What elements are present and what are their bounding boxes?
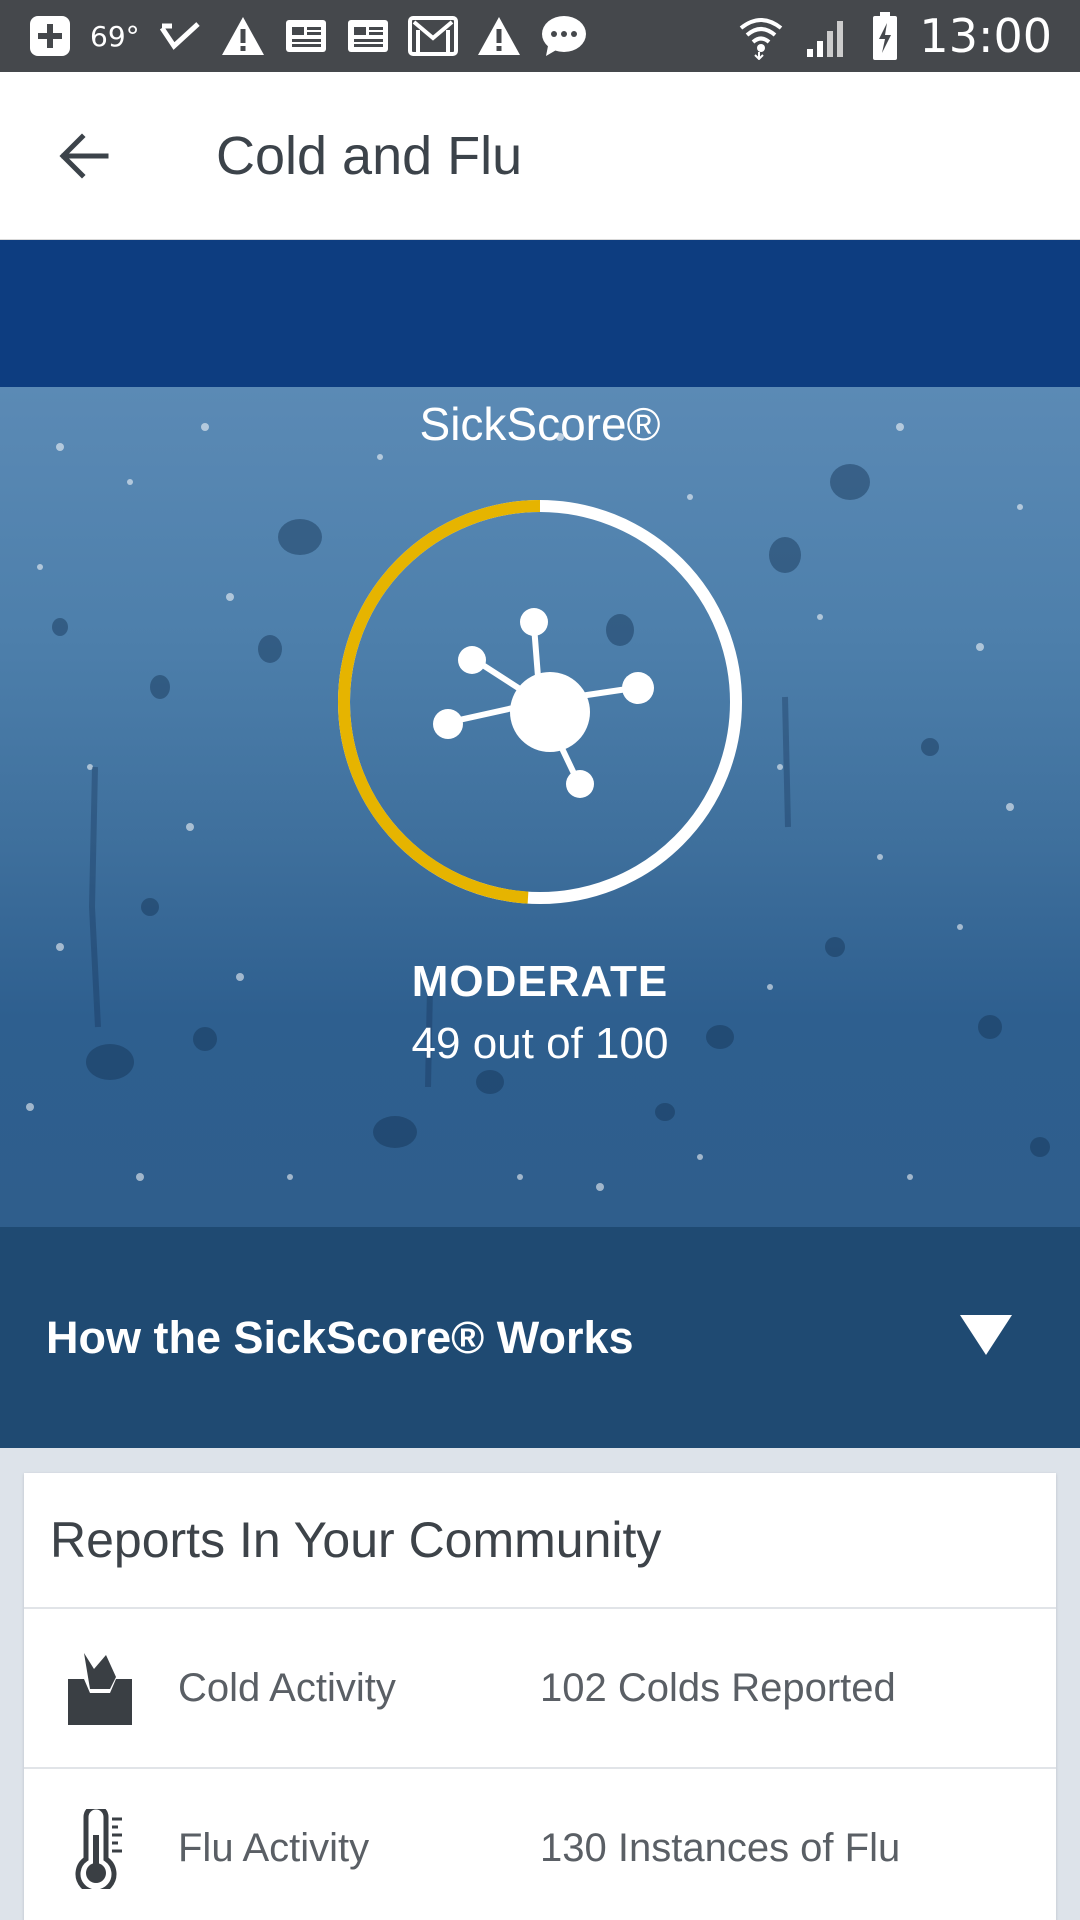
signal-icon [805,0,851,72]
battery-charging-icon [871,0,899,72]
row-value: 102 Colds Reported [540,1666,896,1710]
row-value: 130 Instances of Flu [540,1826,901,1870]
list-item-flu-activity[interactable]: Flu Activity 130 Instances of Flu [24,1769,1056,1920]
news-icon [284,0,328,72]
add-box-icon [28,0,72,72]
row-label: Flu Activity [178,1826,370,1870]
virus-molecule-icon [433,608,654,798]
status-left-icons: 69° [28,0,588,72]
triangle-down-icon[interactable] [958,1311,1014,1359]
chat-icon [540,0,588,72]
score-value-text: 49 out of 100 [411,1019,669,1068]
status-right-icons: 13:00 [737,0,1052,72]
arrow-back-icon [59,133,109,179]
community-reports-card: Reports In Your Community Cold Activity … [24,1473,1056,1920]
news-icon [346,0,390,72]
how-sickscore-works-label: How the SickScore® Works [46,1312,634,1363]
score-level: MODERATE [411,957,669,1006]
tissue-box-icon [68,1653,132,1725]
how-sickscore-works-toggle[interactable]: How the SickScore® Works [0,1227,1080,1448]
app-bar: Cold and Flu [0,72,1080,240]
sickscore-gauge [338,500,742,904]
back-button[interactable] [50,124,118,188]
check-icon [158,0,202,72]
thermometer-icon [75,1809,122,1889]
header-band [0,240,1080,387]
temperature-text: 69° [90,19,140,53]
warning-icon [220,0,266,72]
gmail-icon [407,0,458,72]
sickscore-hero: SickScore® MODERATE 49 out of 100 [0,387,1080,1227]
warning-icon [476,0,522,72]
row-label: Cold Activity [178,1666,396,1710]
page-title: Cold and Flu [216,126,523,186]
list-item-cold-activity[interactable]: Cold Activity 102 Colds Reported [24,1609,1056,1767]
card-title: Reports In Your Community [50,1512,662,1568]
sickscore-title: SickScore® [419,398,661,450]
clock: 13:00 [919,9,1052,63]
status-bar: 69° 13:00 [0,0,1080,72]
wifi-icon [737,0,785,72]
